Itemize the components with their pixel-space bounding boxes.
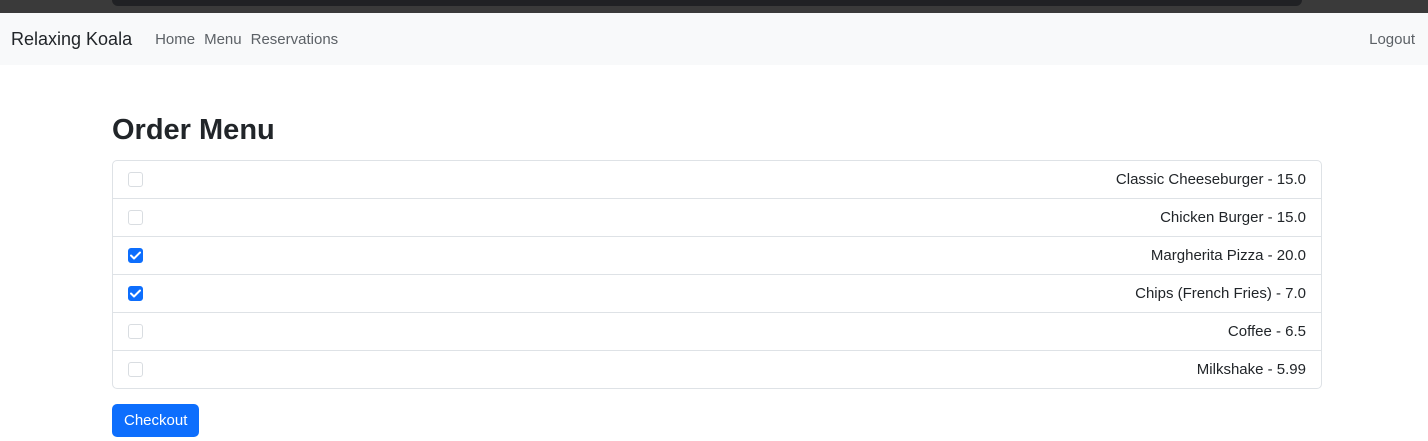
menu-item-chicken-burger[interactable]: Chicken Burger - 15.0 [113,199,1321,237]
menu-item-checkbox[interactable] [128,324,143,339]
checkmark-icon [130,251,141,260]
browser-top-strip [0,0,1428,13]
nav-link-menu[interactable]: Menu [204,31,242,48]
menu-item-margherita-pizza[interactable]: Margherita Pizza - 20.0 [113,237,1321,275]
nav-links: Home Menu Reservations [146,31,338,48]
menu-item-label: Milkshake - 5.99 [1196,361,1306,378]
page-title: Order Menu [112,114,275,146]
menu-item-label: Margherita Pizza - 20.0 [1150,247,1306,264]
menu-item-chips[interactable]: Chips (French Fries) - 7.0 [113,275,1321,313]
menu-item-checkbox[interactable] [128,248,143,263]
navbar: Relaxing Koala Home Menu Reservations Lo… [0,13,1428,65]
menu-item-checkbox[interactable] [128,286,143,301]
menu-item-coffee[interactable]: Coffee - 6.5 [113,313,1321,351]
checkmark-icon [130,289,141,298]
menu-item-checkbox[interactable] [128,210,143,225]
menu-item-label: Classic Cheeseburger - 15.0 [1115,171,1306,188]
menu-item-checkbox[interactable] [128,172,143,187]
menu-item-label: Chicken Burger - 15.0 [1160,209,1306,226]
menu-item-label: Coffee - 6.5 [1227,323,1306,340]
logout-link[interactable]: Logout [1369,31,1415,48]
brand-link[interactable]: Relaxing Koala [11,29,132,50]
menu-item-milkshake[interactable]: Milkshake - 5.99 [113,351,1321,388]
menu-item-classic-cheeseburger[interactable]: Classic Cheeseburger - 15.0 [113,161,1321,199]
menu-item-label: Chips (French Fries) - 7.0 [1135,285,1306,302]
nav-link-home[interactable]: Home [155,31,195,48]
main-container: Order Menu Classic Cheeseburger - 15.0 C… [112,65,1322,437]
nav-link-reservations[interactable]: Reservations [251,31,339,48]
menu-item-checkbox[interactable] [128,362,143,377]
menu-item-list: Classic Cheeseburger - 15.0 Chicken Burg… [112,160,1322,389]
browser-address-bar [112,0,1302,6]
checkout-button[interactable]: Checkout [112,404,200,437]
